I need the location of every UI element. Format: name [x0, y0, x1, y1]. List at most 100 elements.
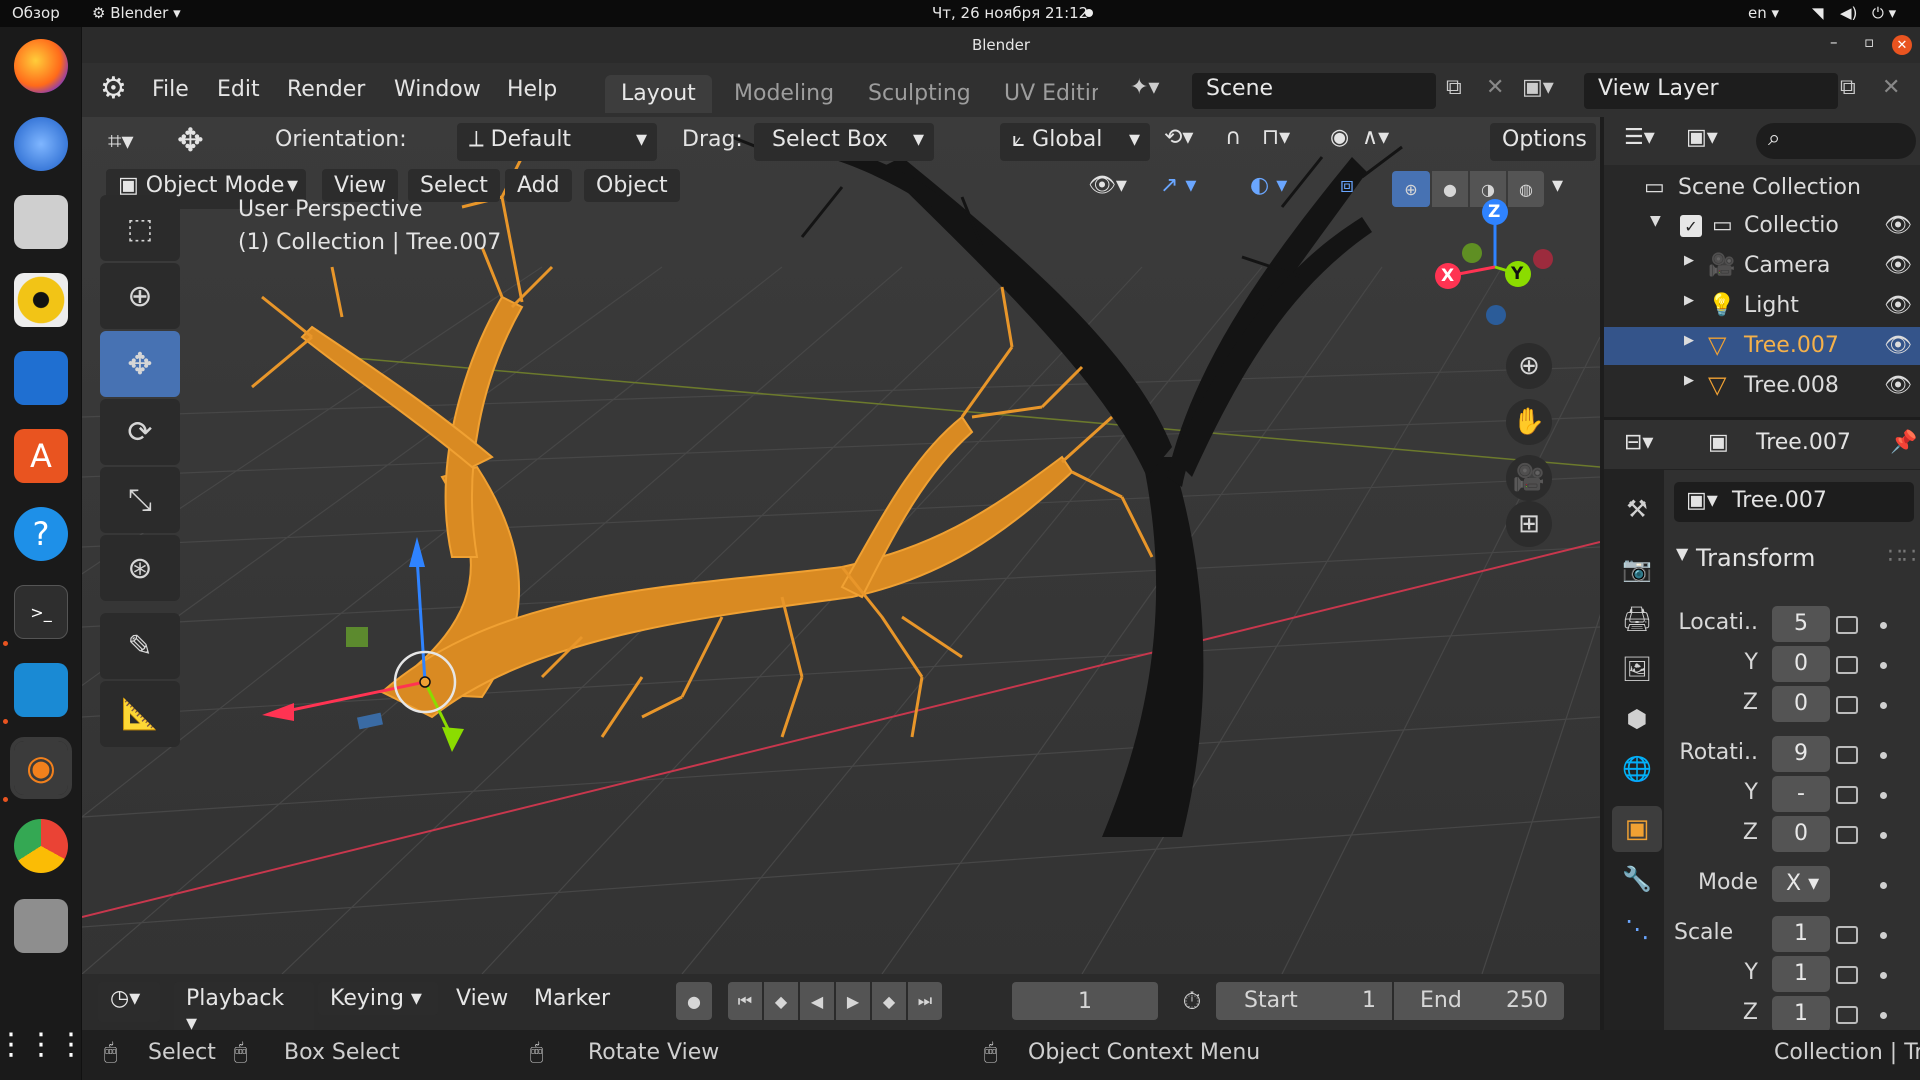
xray-toggle-icon[interactable]: ⧈ — [1340, 173, 1354, 198]
output-tab-icon[interactable]: 🖨 — [1612, 596, 1662, 642]
eye-icon[interactable]: 👁 — [1884, 293, 1912, 318]
pin-icon[interactable]: 📌 — [1890, 430, 1917, 455]
end-frame-field[interactable]: End 250 — [1394, 982, 1564, 1020]
move-tool-button[interactable]: ✥ — [100, 331, 180, 397]
orientation-dropdown[interactable]: ⟂ Default ▾ — [457, 123, 657, 161]
outliner-item-selected[interactable]: ▶ ▽ Tree.007 👁 — [1604, 327, 1920, 365]
3d-viewport[interactable]: ⌗▾ ✥ Orientation: ⟂ Default ▾ Drag: Selec… — [82, 117, 1600, 974]
gizmo-toggle-icon[interactable]: ↗ ▾ — [1160, 173, 1196, 198]
chrome-icon[interactable] — [14, 819, 68, 873]
prev-keyframe-icon[interactable]: ◆ — [764, 982, 798, 1020]
start-frame-field[interactable]: Start 1 — [1216, 982, 1392, 1020]
cursor-tool-button[interactable]: ⊕ — [100, 263, 180, 329]
clock[interactable]: Чт, 26 ноября 21:12 — [932, 4, 1088, 22]
tool-preset-icon[interactable]: ⌗▾ — [108, 127, 134, 155]
editor-type-icon[interactable]: ⊟▾ — [1624, 430, 1653, 455]
keyframe-dot[interactable] — [1880, 622, 1887, 629]
render-tab-icon[interactable]: 📷 — [1612, 546, 1662, 592]
keyframe-dot[interactable] — [1880, 882, 1887, 889]
disk-icon[interactable] — [14, 899, 68, 953]
expand-arrow-icon[interactable]: ▶ — [1684, 293, 1694, 308]
rhythmbox-icon[interactable] — [14, 273, 68, 327]
display-mode-icon[interactable]: ☰▾ — [1624, 125, 1655, 150]
outliner-search-input[interactable]: ⌕ — [1756, 123, 1916, 159]
transform-panel-header[interactable]: ▼ Transform ∷∷ — [1664, 538, 1920, 582]
lock-icon[interactable] — [1836, 696, 1858, 714]
lock-icon[interactable] — [1836, 656, 1858, 674]
blender-logo-icon[interactable]: ⚙ — [100, 71, 127, 106]
menu-view[interactable]: View — [444, 982, 520, 1015]
ortho-grid-icon[interactable]: ⊞ — [1506, 501, 1552, 547]
software-center-icon[interactable]: A — [14, 429, 68, 483]
terminal-icon[interactable]: >_ — [14, 585, 68, 639]
transform-orientation-dropdown[interactable]: ⟀ Global ▾ — [1000, 123, 1150, 161]
view-layer-field[interactable]: View Layer — [1584, 73, 1838, 109]
expand-arrow-icon[interactable]: ▶ — [1684, 373, 1694, 388]
keyframe-dot[interactable] — [1880, 932, 1887, 939]
outliner-item[interactable]: ▶ 💡 Light 👁 — [1604, 287, 1920, 325]
play-reverse-icon[interactable]: ◀ — [800, 982, 834, 1020]
camera-view-icon[interactable]: 🎥 — [1506, 455, 1552, 501]
close-button[interactable]: ✕ — [1892, 35, 1912, 55]
keyframe-dot[interactable] — [1880, 662, 1887, 669]
jump-start-icon[interactable]: ⏮ — [728, 982, 762, 1020]
eye-icon[interactable]: 👁 — [1884, 373, 1912, 398]
collapse-arrow-icon[interactable]: ▼ — [1650, 213, 1661, 229]
keyframe-dot[interactable] — [1880, 1012, 1887, 1019]
lock-icon[interactable] — [1836, 746, 1858, 764]
location-z-field[interactable]: 0 — [1772, 686, 1830, 722]
minimize-button[interactable]: – — [1830, 33, 1838, 51]
delete-view-layer-icon[interactable]: ✕ — [1882, 75, 1900, 100]
eye-icon[interactable]: 👁 — [1884, 213, 1912, 238]
vscode-icon[interactable] — [14, 663, 68, 717]
menu-render[interactable]: Render — [287, 77, 365, 102]
writer-icon[interactable] — [14, 351, 68, 405]
scale-z-field[interactable]: 1 — [1772, 996, 1830, 1032]
language-indicator[interactable]: en ▾ — [1748, 4, 1779, 22]
tab-sculpting[interactable]: Sculpting — [852, 75, 987, 113]
tab-uv-editing[interactable]: UV Editing — [988, 75, 1098, 113]
measure-tool-button[interactable]: 📐 — [100, 681, 180, 747]
menu-help[interactable]: Help — [507, 77, 557, 102]
location-y-field[interactable]: 0 — [1772, 646, 1830, 682]
particles-tab-icon[interactable]: ⋱ — [1612, 906, 1662, 952]
collection-row[interactable]: ▼ ✓ ▭ Collectio 👁 — [1604, 207, 1920, 245]
lock-icon[interactable] — [1836, 826, 1858, 844]
rotation-mode-dropdown[interactable]: X ▾ — [1772, 866, 1830, 902]
drag-handle-icon[interactable]: ∷∷ — [1888, 544, 1916, 569]
lock-icon[interactable] — [1836, 786, 1858, 804]
scale-y-field[interactable]: 1 — [1772, 956, 1830, 992]
proportional-edit-icon[interactable]: ◉ — [1330, 125, 1349, 150]
tool-tab-icon[interactable]: ⚒ — [1612, 486, 1662, 532]
collection-checkbox[interactable]: ✓ — [1680, 215, 1702, 237]
falloff-icon[interactable]: ∧▾ — [1362, 125, 1389, 150]
menu-file[interactable]: File — [152, 77, 189, 102]
help-icon[interactable]: ? — [14, 507, 68, 561]
tab-layout[interactable]: Layout — [605, 75, 712, 113]
expand-arrow-icon[interactable]: ▶ — [1684, 253, 1694, 268]
play-icon[interactable]: ▶ — [836, 982, 870, 1020]
keyframe-dot[interactable] — [1880, 752, 1887, 759]
scene-browse-icon[interactable]: ✦▾ — [1130, 75, 1159, 100]
wifi-icon[interactable]: ◥ — [1812, 4, 1824, 22]
move-tool-icon[interactable]: ✥ — [177, 121, 204, 159]
tab-modeling[interactable]: Modeling — [718, 75, 850, 113]
lock-icon[interactable] — [1836, 1006, 1858, 1024]
menu-keying[interactable]: Keying ▾ — [318, 982, 438, 1015]
gizmo-xz-plane[interactable] — [346, 627, 368, 647]
activities-button[interactable]: Обзор — [12, 4, 60, 22]
filter-icon[interactable]: ▣▾ — [1686, 125, 1718, 150]
menu-marker[interactable]: Marker — [522, 982, 622, 1015]
delete-scene-icon[interactable]: ✕ — [1486, 75, 1504, 100]
object-tab-icon[interactable]: ▣ — [1612, 806, 1662, 852]
blender-icon[interactable]: ◉ — [10, 737, 72, 799]
options-button[interactable]: Options — [1490, 123, 1596, 161]
menu-edit[interactable]: Edit — [217, 77, 260, 102]
lock-icon[interactable] — [1836, 966, 1858, 984]
keyframe-dot[interactable] — [1880, 832, 1887, 839]
record-icon[interactable]: ● — [676, 982, 712, 1020]
jump-end-icon[interactable]: ⏭ — [908, 982, 942, 1020]
pan-hand-icon[interactable]: ✋ — [1506, 399, 1552, 445]
eye-icon[interactable]: 👁 — [1884, 253, 1912, 278]
lock-icon[interactable] — [1836, 616, 1858, 634]
